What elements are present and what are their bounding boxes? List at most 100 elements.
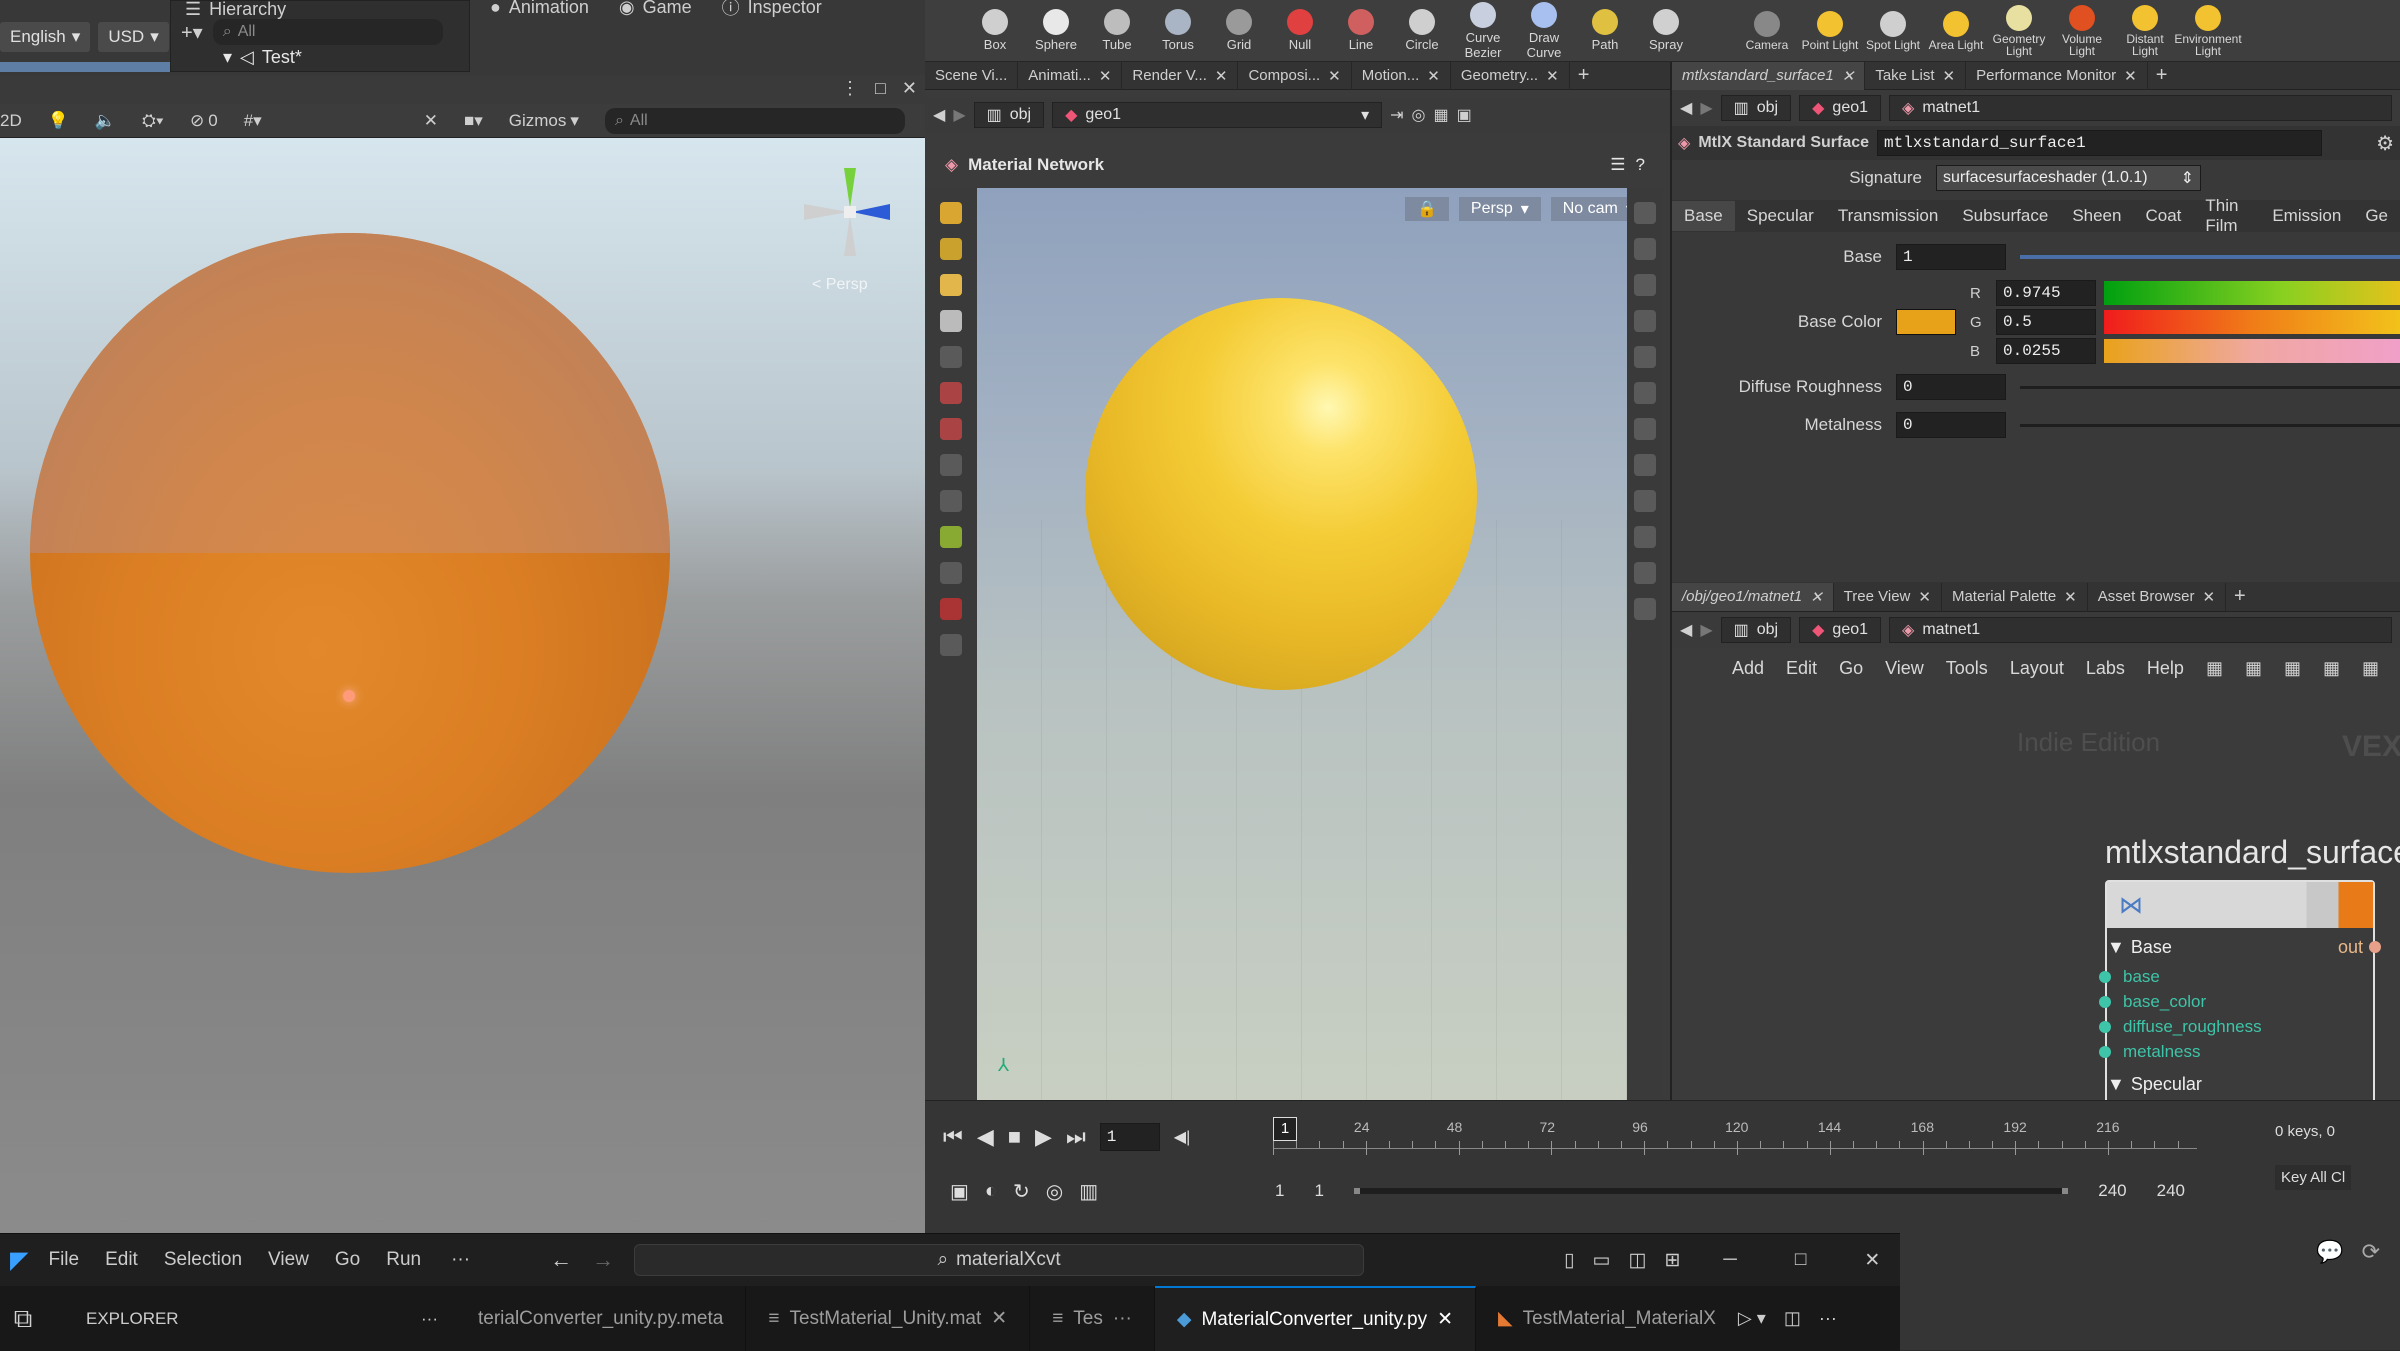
node-input-base-color[interactable]: base_color	[2099, 989, 2262, 1014]
tab-animation-editor[interactable]: Animati... ✕	[1018, 61, 1123, 90]
link-icon[interactable]: ◎	[1412, 105, 1426, 125]
shelf-tool-spot-light[interactable]: Spot Light	[1862, 10, 1924, 51]
tab-meta-file[interactable]: terialConverter_unity.py.meta	[456, 1286, 747, 1351]
shelf-tool-environment-light[interactable]: Environment Light	[2174, 4, 2242, 57]
brush-icon[interactable]	[1634, 526, 1656, 548]
close-icon[interactable]: ✕	[1427, 67, 1440, 85]
shelf-tool-camera[interactable]: Camera	[1736, 10, 1798, 51]
snapshot-icon[interactable]	[1634, 598, 1656, 620]
input-port-icon[interactable]	[2099, 970, 2111, 983]
display-icon[interactable]	[1634, 202, 1656, 224]
param-tab-base[interactable]: Base	[1672, 201, 1735, 231]
maximize-icon[interactable]: □	[875, 78, 886, 99]
close-icon[interactable]: ✕	[1215, 67, 1228, 85]
shelf-tool-volume-light[interactable]: Volume Light	[2051, 4, 2113, 57]
houdini-yellow-sphere[interactable]	[1085, 298, 1477, 690]
maximize-icon[interactable]: □	[1795, 1249, 1806, 1271]
lock-icon[interactable]	[940, 346, 962, 368]
tab-converter-py[interactable]: ◆ MaterialConverter_unity.py ✕	[1154, 1286, 1477, 1351]
menu-go[interactable]: Go	[335, 1249, 360, 1271]
scene-item[interactable]: ▾ ◁ Test*	[223, 47, 302, 68]
hierarchy-tab[interactable]: ☰ Hierarchy	[185, 0, 286, 20]
gear-icon[interactable]: ⚙	[2376, 131, 2394, 156]
base-field[interactable]: 1	[1896, 244, 2006, 270]
close-icon[interactable]: ✕	[2202, 588, 2215, 606]
close-icon[interactable]: ✕	[2064, 588, 2077, 606]
camera-icon[interactable]	[1634, 382, 1656, 404]
menu-go[interactable]: Go	[1839, 658, 1863, 679]
lighting-icon[interactable]: 💡	[48, 111, 69, 131]
sync-icon[interactable]: ⟳	[2362, 1239, 2380, 1265]
command-search[interactable]: ⌕ materialXcvt	[634, 1244, 1365, 1276]
r-slider[interactable]	[2104, 281, 2400, 305]
playback-end[interactable]: 240	[2098, 1181, 2126, 1201]
tab-scene-view[interactable]: Scene Vi...	[925, 61, 1019, 90]
close-icon[interactable]: ✕	[1810, 588, 1823, 606]
timeline-ruler[interactable]: 1 24 48 72 96 120 144 168 192 216	[1273, 1113, 2197, 1163]
param-tab-thin-film[interactable]: Thin Film	[2193, 196, 2260, 235]
diffuse-roughness-field[interactable]: 0	[1896, 374, 2006, 400]
scene-search[interactable]: ⌕ All	[604, 107, 905, 134]
add-tab-icon[interactable]: +	[1578, 64, 1590, 87]
output-port-icon[interactable]	[2369, 941, 2381, 953]
gizmos-dropdown[interactable]: Gizmos ▾	[509, 111, 579, 131]
run-icon[interactable]: ▷ ▾	[1738, 1308, 1766, 1329]
more-icon[interactable]: ···	[1113, 1308, 1132, 1330]
menu-edit[interactable]: Edit	[105, 1249, 138, 1271]
persp-dropdown[interactable]: Persp ▾	[1458, 197, 1541, 221]
path-obj[interactable]: ▥ obj	[1720, 95, 1792, 121]
tab-motion[interactable]: Motion... ✕	[1352, 61, 1451, 90]
toggle-panel-icon[interactable]: ▭	[1593, 1249, 1611, 1272]
shelf-tool-path[interactable]: Path	[1575, 9, 1635, 52]
usd-dropdown[interactable]: USD ▾	[98, 22, 169, 52]
forward-arrow-icon[interactable]: →	[592, 1247, 614, 1273]
add-tab-icon[interactable]: +	[2234, 585, 2246, 608]
close-icon[interactable]: ✕	[1842, 67, 1855, 85]
tab-game[interactable]: ◉ Game	[619, 0, 692, 18]
g-field[interactable]: 0.5	[1996, 309, 2096, 335]
view-tool-icon[interactable]	[940, 562, 962, 584]
close-icon[interactable]: ✕	[1328, 67, 1341, 85]
global-anim-icon[interactable]: ◎	[1046, 1179, 1063, 1204]
help-icon[interactable]: ?	[1636, 155, 1645, 175]
grid-icon[interactable]: #▾	[244, 111, 262, 131]
base-color-swatch[interactable]	[1896, 309, 1956, 335]
layout-icon[interactable]: ⊞	[1664, 1249, 1680, 1272]
scale-icon[interactable]	[940, 454, 962, 476]
tools-icon[interactable]: ▦	[2206, 658, 2223, 679]
close-icon[interactable]: ✕	[1918, 588, 1931, 606]
shelf-tool-line[interactable]: Line	[1331, 9, 1391, 52]
input-port-icon[interactable]	[2099, 1045, 2111, 1058]
audio-icon[interactable]: 🔈	[95, 111, 116, 131]
normals-icon[interactable]	[1634, 418, 1656, 440]
tab-render-view[interactable]: Render V... ✕	[1122, 61, 1239, 90]
close-icon[interactable]: ✕	[902, 78, 917, 99]
menu-labs[interactable]: Labs	[2086, 658, 2125, 679]
transform-icon[interactable]	[940, 382, 962, 404]
more-icon[interactable]: ···	[421, 1309, 438, 1329]
shelf-tool-point-light[interactable]: Point Light	[1799, 10, 1861, 51]
menu-tools[interactable]: Tools	[1946, 658, 1988, 679]
select-tool-icon[interactable]	[940, 202, 962, 224]
loop-icon[interactable]: ↻	[1013, 1179, 1030, 1204]
node-input-base[interactable]: base	[2099, 964, 2262, 989]
tab-mtlx-params[interactable]: mtlxstandard_surface1 ✕	[1672, 61, 1866, 90]
tab-material-palette[interactable]: Material Palette ✕	[1942, 582, 2088, 611]
path-matnet1[interactable]: ◈ matnet1	[1889, 95, 2392, 121]
tools-icon[interactable]: ✕	[424, 111, 438, 131]
tab-materialx[interactable]: ◣ TestMaterial_MaterialX	[1476, 1286, 1738, 1351]
menu-view[interactable]: View	[1885, 658, 1924, 679]
shelf-tool-geometry-light[interactable]: Geometry Light	[1988, 4, 2050, 57]
tab-network-path[interactable]: /obj/geo1/matnet1 ✕	[1672, 582, 1834, 611]
param-tab-sheen[interactable]: Sheen	[2060, 201, 2133, 231]
forward-icon[interactable]: ▶	[953, 105, 965, 125]
tab-test[interactable]: ≡ Tes ···	[1030, 1286, 1155, 1351]
back-icon[interactable]: ◀	[933, 105, 945, 125]
shelf-tool-null[interactable]: Null	[1270, 9, 1330, 52]
menu-layout[interactable]: Layout	[2010, 658, 2064, 679]
menu-selection[interactable]: Selection	[164, 1249, 242, 1271]
signature-dropdown[interactable]: surfacesurfaceshader (1.0.1) ⇕	[1936, 165, 2201, 191]
add-icon[interactable]: +▾	[181, 20, 203, 45]
arrow-icon[interactable]	[940, 310, 962, 332]
range-slider[interactable]	[1353, 1188, 2069, 1194]
